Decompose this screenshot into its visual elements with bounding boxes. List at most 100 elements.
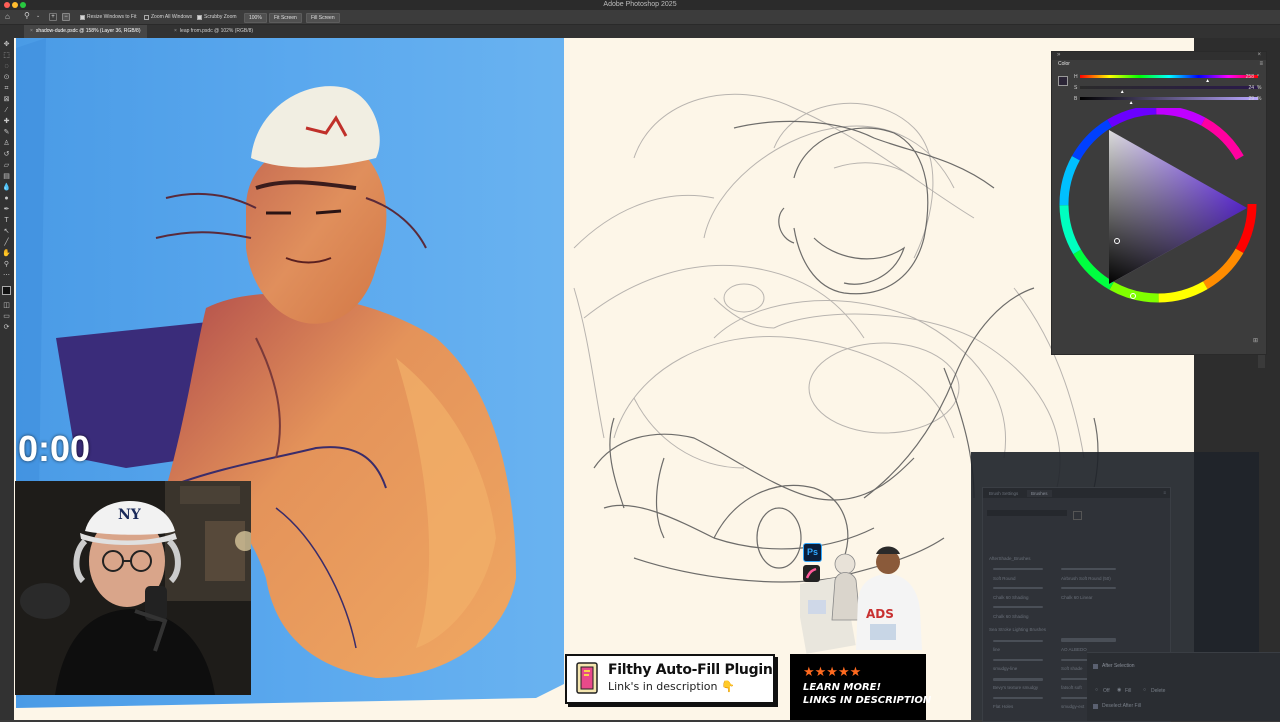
zoom-all-windows-checkbox[interactable]: Zoom All Windows	[144, 13, 192, 21]
brush-item[interactable]: AO ALBEDO	[1061, 647, 1087, 652]
brush-tool-icon[interactable]: ✎	[2, 128, 11, 137]
saturation-value[interactable]: 24	[1240, 85, 1254, 91]
screen-mode-icon[interactable]: ▭	[2, 312, 11, 321]
brush-group-label[interactable]: Sea Stroke Lighting Brushes	[989, 627, 1046, 632]
brightness-value[interactable]: 29	[1240, 96, 1254, 102]
tools-panel: ✥ ⬚ ◌ ⊙ ⌗ ⊠ ⁄ ✚ ✎ ♙ ↺ ▱ ▤ 💧 ● ✒ T ↖ ╱ ✋ …	[0, 38, 14, 720]
more-tools-icon[interactable]: ⋯	[2, 271, 11, 280]
home-icon[interactable]: ⌂	[5, 12, 10, 21]
brightness-slider-thumb[interactable]: ▲	[1129, 100, 1134, 106]
quick-select-tool-icon[interactable]: ⊙	[2, 73, 11, 82]
blur-tool-icon[interactable]: 💧	[2, 183, 11, 192]
type-tool-icon[interactable]: T	[2, 216, 11, 225]
brush-item[interactable]: Soft shade	[1061, 666, 1083, 671]
panel-menu-icon[interactable]: ≡	[1163, 490, 1166, 495]
brightness-slider[interactable]	[1080, 97, 1258, 100]
eraser-tool-icon[interactable]: ▱	[2, 161, 11, 170]
brush-search-input[interactable]	[987, 510, 1067, 516]
stamp-tool-icon[interactable]: ♙	[2, 139, 11, 148]
brush-stroke-preview	[993, 568, 1043, 570]
tab-brushes[interactable]: Brushes	[1027, 490, 1052, 497]
zoom-in-icon[interactable]: +	[49, 13, 57, 21]
hue-slider[interactable]	[1080, 75, 1258, 78]
brush-size-presets[interactable]	[989, 540, 1159, 548]
radio-fill[interactable]: ◉	[1117, 687, 1121, 693]
move-tool-icon[interactable]: ✥	[2, 40, 11, 49]
learn-more-box[interactable]: ★★★★★ LEARN MORE! LINKS IN DESCRIPTION	[790, 654, 931, 720]
brush-group-label[interactable]: AfterShade_Brushes	[989, 556, 1031, 561]
foreground-swatch[interactable]	[1058, 76, 1068, 86]
tab-brush-settings[interactable]: Brush Settings	[985, 490, 1022, 497]
procreate-icon	[803, 565, 820, 582]
brush-stroke-preview	[1061, 638, 1116, 642]
tab-leap-from[interactable]: × leap from.psdc @ 102% (RGB/8)	[168, 25, 259, 38]
shape-tool-icon[interactable]: ╱	[2, 238, 11, 247]
after-selection-label: After Selection	[1102, 663, 1135, 669]
fill-screen-button[interactable]: Fill Screen	[306, 13, 340, 23]
radio-off-label: Off	[1103, 688, 1110, 694]
radio-off[interactable]: ○	[1095, 687, 1098, 693]
resize-windows-checkbox[interactable]: Resize Windows to Fit	[80, 13, 136, 21]
zoom-out-icon[interactable]: −	[62, 13, 70, 21]
color-panel[interactable]: » × Color ≡ H S B ▲ ▲ ▲ 258 24 29 ° % %	[1051, 51, 1267, 355]
plugin-subtitle: Link's in description 👇	[608, 680, 735, 693]
color-wheel[interactable]	[1057, 108, 1261, 308]
pen-tool-icon[interactable]: ✒	[2, 205, 11, 214]
crop-tool-icon[interactable]: ⌗	[2, 84, 11, 93]
saturation-slider[interactable]	[1080, 86, 1258, 89]
panel-title: Color	[1058, 61, 1070, 67]
hue-value[interactable]: 258	[1240, 74, 1254, 80]
history-brush-icon[interactable]: ↺	[2, 150, 11, 159]
brush-item[interactable]: smudgy-line	[993, 666, 1017, 671]
zoom-tool-icon[interactable]: ⚲	[2, 260, 11, 269]
foreground-color-swatch[interactable]	[2, 286, 11, 295]
eyedropper-tool-icon[interactable]: ⁄	[2, 106, 11, 115]
collapse-panel-icon[interactable]: »	[1057, 52, 1060, 59]
hue-slider-thumb[interactable]: ▲	[1205, 78, 1210, 84]
brush-stroke-preview	[993, 640, 1043, 642]
brush-item[interactable]: Chalk 60 Shading	[993, 614, 1029, 619]
gradient-tool-icon[interactable]: ▤	[2, 172, 11, 181]
panel-resize-icon[interactable]: ⊞	[1253, 337, 1258, 344]
close-tab-icon[interactable]: ×	[30, 28, 33, 34]
zoom-100-button[interactable]: 100%	[244, 13, 267, 23]
healing-tool-icon[interactable]: ✚	[2, 117, 11, 126]
brush-stroke-preview	[993, 678, 1043, 681]
path-select-icon[interactable]: ↖	[2, 227, 11, 236]
panel-menu-icon[interactable]: ≡	[1259, 61, 1263, 67]
saturation-slider-thumb[interactable]: ▲	[1120, 89, 1125, 95]
chevron-down-icon[interactable]: ⌄	[36, 13, 40, 19]
brush-item[interactable]: line	[993, 647, 1000, 652]
lasso-tool-icon[interactable]: ◌	[2, 62, 11, 71]
share-icon[interactable]: ⟳	[2, 323, 11, 332]
zoom-tool-icon[interactable]: ⚲	[24, 11, 30, 20]
quick-mask-icon[interactable]: ◫	[2, 301, 11, 310]
fit-screen-button[interactable]: Fit Screen	[269, 13, 302, 23]
brush-item[interactable]: smudgy-ext	[1061, 704, 1084, 709]
marquee-tool-icon[interactable]: ⬚	[2, 51, 11, 60]
radio-delete[interactable]: ○	[1143, 687, 1146, 693]
brush-item[interactable]: Chalk 60 Linear	[1061, 595, 1093, 600]
checkbox-checked-icon[interactable]	[1093, 704, 1098, 709]
brush-item[interactable]: fatsoft soft	[1061, 685, 1082, 690]
timer-overlay: 0:00	[18, 428, 91, 469]
frame-tool-icon[interactable]: ⊠	[2, 95, 11, 104]
brush-stroke-preview	[1061, 568, 1116, 570]
plugin-promo-banner[interactable]: Filthy Auto-Fill Plugin Link's in descri…	[565, 654, 775, 704]
brush-item[interactable]: Bevy's texture smudgy	[993, 685, 1038, 690]
after-selection-panel[interactable]: After Selection ○ Off ◉ Fill ○ Delete De…	[1087, 652, 1280, 721]
brush-item[interactable]: Chalk 60 Shading	[993, 595, 1029, 600]
tab-shadow-dude[interactable]: × shadow-dude.psdc @ 158% (Layer 36, RGB/…	[24, 25, 147, 38]
dodge-tool-icon[interactable]: ●	[2, 194, 11, 203]
new-brush-icon[interactable]	[1073, 511, 1082, 520]
brush-item[interactable]: Soft Round	[993, 576, 1016, 581]
close-tab-icon[interactable]: ×	[174, 28, 177, 34]
hue-unit: °	[1257, 74, 1259, 80]
checkbox-checked-icon[interactable]	[1093, 664, 1098, 669]
scrubby-zoom-checkbox[interactable]: Scrubby Zoom	[197, 13, 237, 21]
brush-item[interactable]: Airbrush Soft Round (50)	[1061, 576, 1111, 581]
close-panel-icon[interactable]: ×	[1257, 52, 1261, 59]
panel-header[interactable]: » ×	[1052, 52, 1266, 60]
brush-item[interactable]: Flat Holes	[993, 704, 1013, 709]
hand-tool-icon[interactable]: ✋	[2, 249, 11, 258]
